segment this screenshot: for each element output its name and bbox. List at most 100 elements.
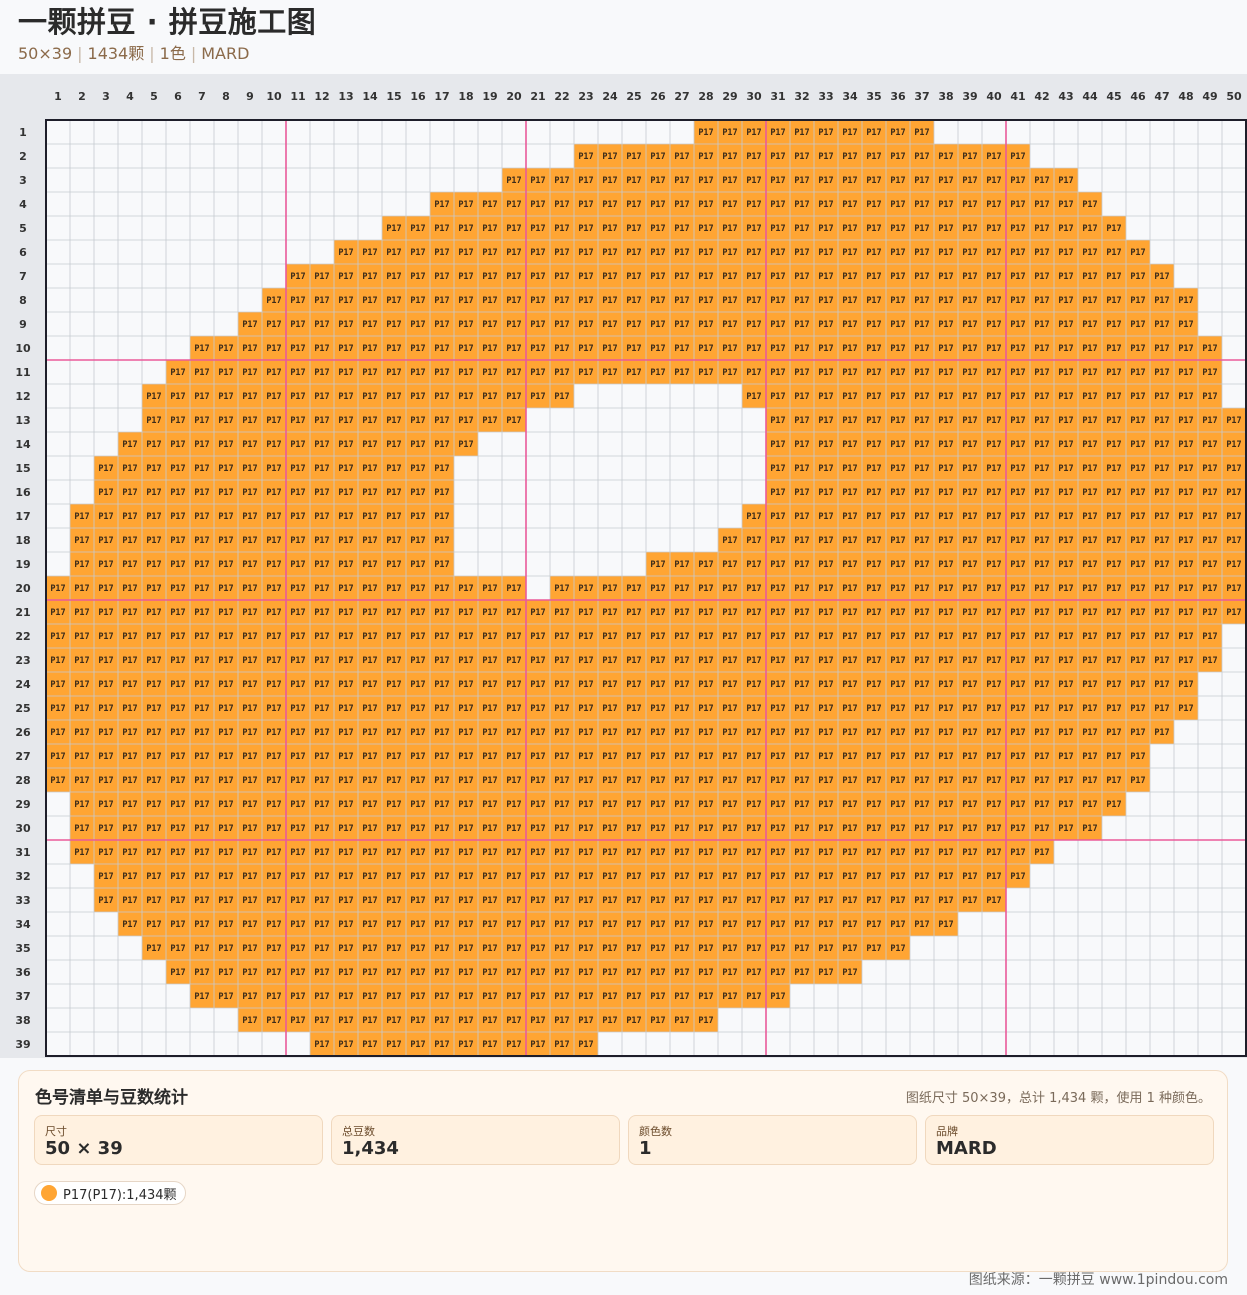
bead-code-label: P17: [338, 1016, 353, 1026]
bead-code-label: P17: [1154, 392, 1169, 402]
bead-code-label: P17: [962, 152, 977, 162]
bead-code-label: P17: [722, 704, 737, 714]
bead-code-label: P17: [1154, 368, 1169, 378]
bead-code-label: P17: [122, 608, 137, 618]
bead-code-label: P17: [1154, 320, 1169, 330]
bead-code-label: P17: [554, 608, 569, 618]
bead-code-label: P17: [242, 896, 257, 906]
bead-code-label: P17: [218, 992, 233, 1002]
bead-code-label: P17: [842, 656, 857, 666]
bead-code-label: P17: [266, 296, 281, 306]
bead-code-label: P17: [506, 272, 521, 282]
bead-code-label: P17: [818, 680, 833, 690]
bead-code-label: P17: [770, 560, 785, 570]
bead-code-label: P17: [1130, 320, 1145, 330]
bead-code-label: P17: [722, 296, 737, 306]
bead-code-label: P17: [842, 224, 857, 234]
bead-code-label: P17: [938, 896, 953, 906]
bead-grid: P17 P17 P17 P17 P17 P17 P17 P17 P17 P17 P17 P17 P17 P…: [15, 90, 1247, 1057]
bead-code-label: P17: [1010, 680, 1025, 690]
bead-code-label: P17: [698, 152, 713, 162]
bead-code-label: P17: [242, 488, 257, 498]
bead-code-label: P17: [1202, 608, 1217, 618]
bead-code-label: P17: [650, 752, 665, 762]
bead-code-label: P17: [170, 704, 185, 714]
bead-code-label: P17: [338, 1040, 353, 1050]
bead-code-label: P17: [626, 344, 641, 354]
bead-code-label: P17: [722, 248, 737, 258]
bead-code-label: P17: [410, 1016, 425, 1026]
bead-code-label: P17: [74, 752, 89, 762]
bead-code-label: P17: [170, 536, 185, 546]
bead-code-label: P17: [698, 200, 713, 210]
bead-code-label: P17: [986, 824, 1001, 834]
bead-count: 1434颗: [87, 44, 145, 63]
bead-code-label: P17: [866, 560, 881, 570]
bead-code-label: P17: [578, 704, 593, 714]
bead-code-label: P17: [890, 224, 905, 234]
bead-code-label: P17: [962, 512, 977, 522]
bead-code-label: P17: [338, 848, 353, 858]
bead-code-label: P17: [338, 608, 353, 618]
column-number: 44: [1082, 90, 1098, 103]
bead-code-label: P17: [1130, 368, 1145, 378]
bead-code-label: P17: [770, 896, 785, 906]
bead-code-label: P17: [194, 704, 209, 714]
bead-code-label: P17: [626, 272, 641, 282]
bead-code-label: P17: [890, 632, 905, 642]
column-number: 43: [1058, 90, 1073, 103]
bead-code-label: P17: [626, 320, 641, 330]
bead-code-label: P17: [626, 608, 641, 618]
bead-code-label: P17: [1130, 248, 1145, 258]
bead-code-label: P17: [938, 296, 953, 306]
bead-code-label: P17: [482, 776, 497, 786]
bead-code-label: P17: [290, 368, 305, 378]
bead-code-label: P17: [914, 128, 929, 138]
bead-code-label: P17: [1178, 608, 1193, 618]
bead-code-label: P17: [242, 536, 257, 546]
stat-card-colors: 颜色数 1: [628, 1115, 917, 1165]
column-number: 27: [674, 90, 689, 103]
bead-code-label: P17: [338, 296, 353, 306]
bead-code-label: P17: [1058, 656, 1073, 666]
bead-code-label: P17: [650, 848, 665, 858]
bead-code-label: P17: [458, 248, 473, 258]
bead-code-label: P17: [218, 368, 233, 378]
bead-code-label: P17: [722, 176, 737, 186]
row-number: 39: [15, 1038, 30, 1051]
bead-code-label: P17: [1202, 416, 1217, 426]
bead-code-label: P17: [338, 776, 353, 786]
bead-code-label: P17: [602, 272, 617, 282]
bead-code-label: P17: [1058, 200, 1073, 210]
bead-code-label: P17: [818, 152, 833, 162]
bead-code-label: P17: [1058, 248, 1073, 258]
bead-code-label: P17: [314, 416, 329, 426]
bead-code-label: P17: [434, 440, 449, 450]
bead-code-label: P17: [986, 800, 1001, 810]
bead-code-label: P17: [842, 704, 857, 714]
bead-code-label: P17: [170, 368, 185, 378]
bead-code-label: P17: [1202, 368, 1217, 378]
row-number: 2: [19, 150, 27, 163]
bead-code-label: P17: [866, 896, 881, 906]
bead-code-label: P17: [194, 680, 209, 690]
bead-code-label: P17: [194, 584, 209, 594]
bead-code-label: P17: [674, 800, 689, 810]
column-number: 16: [410, 90, 426, 103]
bead-code-label: P17: [1202, 536, 1217, 546]
bead-code-label: P17: [122, 560, 137, 570]
bead-code-label: P17: [434, 1016, 449, 1026]
bead-code-label: P17: [242, 656, 257, 666]
bead-code-label: P17: [770, 224, 785, 234]
bead-code-label: P17: [362, 848, 377, 858]
bead-code-label: P17: [770, 296, 785, 306]
bead-code-label: P17: [1082, 560, 1097, 570]
bead-code-label: P17: [338, 584, 353, 594]
bead-code-label: P17: [506, 344, 521, 354]
bead-code-label: P17: [650, 896, 665, 906]
bead-code-label: P17: [1058, 224, 1073, 234]
column-number: 10: [266, 90, 282, 103]
bead-code-label: P17: [506, 872, 521, 882]
bead-code-label: P17: [98, 536, 113, 546]
bead-code-label: P17: [914, 608, 929, 618]
